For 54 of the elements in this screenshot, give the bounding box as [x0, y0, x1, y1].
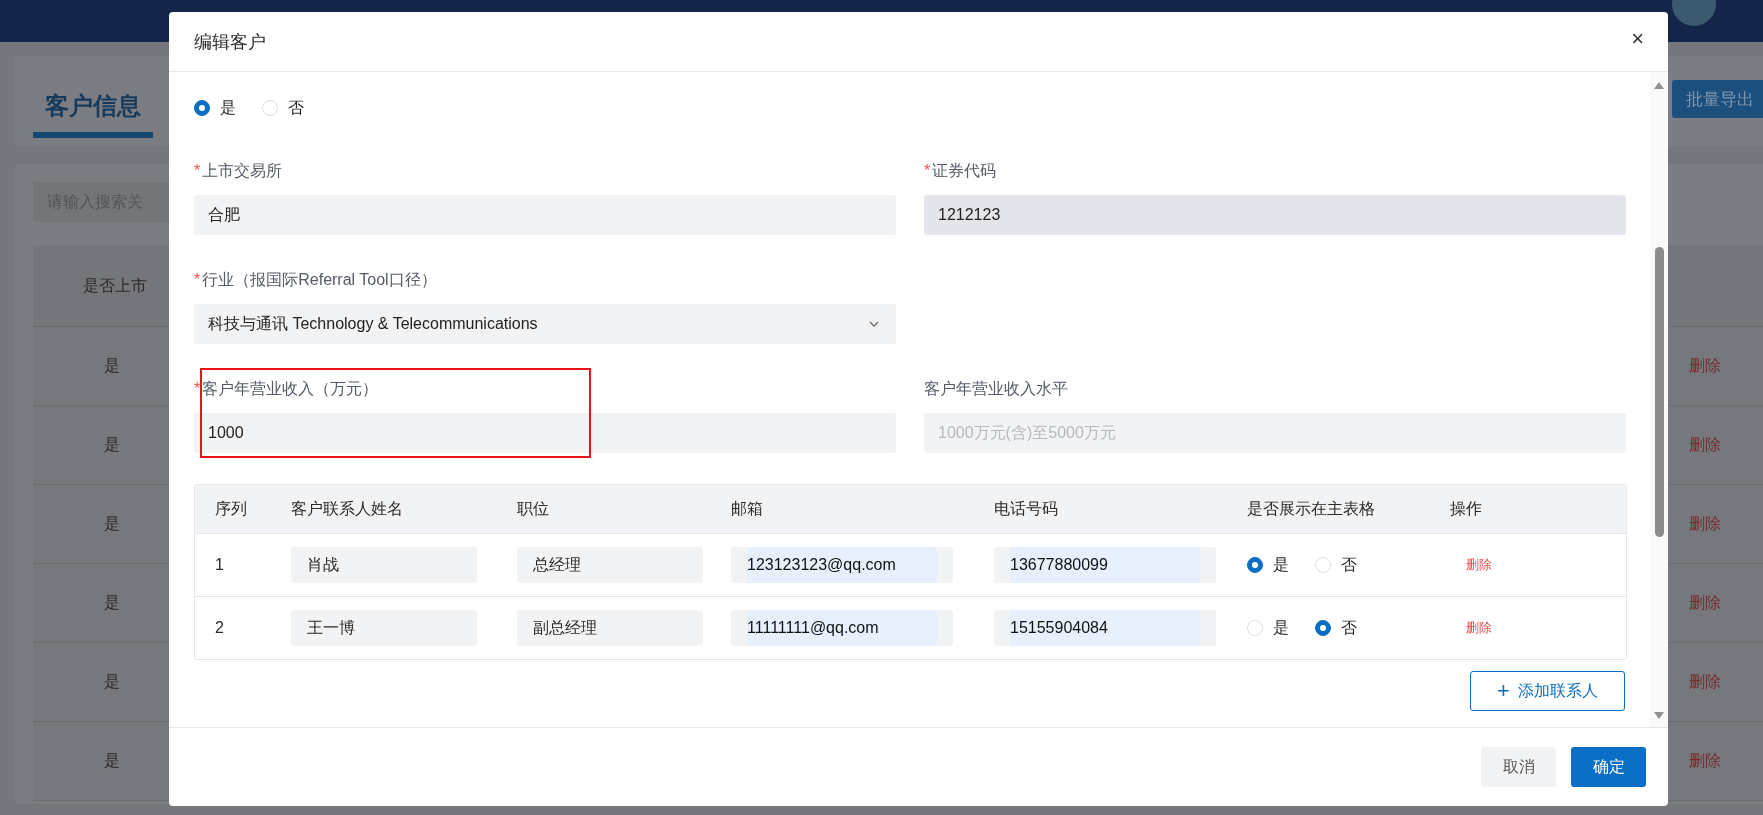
column-header: 邮箱 [731, 499, 763, 517]
input-field[interactable]: 1212123 [924, 195, 1626, 235]
column-header: 是否展示在主表格 [1247, 499, 1375, 517]
required-mark: * [194, 380, 201, 398]
radio-option[interactable]: 是 [1247, 617, 1289, 639]
input-field[interactable]: 合肥 [194, 195, 896, 235]
phone-field[interactable]: 13677880099 [994, 547, 1216, 583]
radio-option[interactable]: 否 [1315, 554, 1357, 576]
column-header: 客户联系人姓名 [291, 499, 403, 517]
table-cell-text: 是 [104, 671, 120, 692]
delete-link[interactable]: 删除 [1430, 618, 1498, 638]
radio-option[interactable]: 是 [1247, 554, 1289, 576]
table-cell-text: 是 [104, 750, 120, 771]
radio-option[interactable]: 否 [1315, 617, 1357, 639]
name-field[interactable]: 王一博 [291, 610, 477, 646]
field-label-text: 证券代码 [932, 160, 997, 181]
column-header: 序列 [215, 499, 247, 517]
scroll-down-icon[interactable] [1654, 712, 1664, 719]
column-header: 电话号码 [994, 499, 1058, 517]
field-label-text: 客户年营业收入（万元） [202, 378, 379, 399]
delete-link[interactable]: 删除 [1430, 555, 1498, 575]
column-header: 是否上市 [83, 275, 147, 296]
radio-option[interactable]: 否 [262, 97, 304, 119]
email-field[interactable]: 11111111@qq.com [731, 610, 953, 646]
scrollbar-track[interactable] [1650, 72, 1668, 727]
add-contact-button[interactable]: + 添加联系人 [1470, 671, 1625, 711]
required-mark: * [194, 162, 201, 180]
dialog-title: 编辑客户 [194, 30, 266, 54]
name-field[interactable]: 肖战 [291, 547, 477, 583]
required-mark: * [194, 271, 201, 289]
field-label-text: 上市交易所 [202, 160, 283, 181]
email-field[interactable]: 123123123@qq.com [731, 547, 953, 583]
position-field[interactable]: 副总经理 [517, 610, 703, 646]
table-cell-text: 是 [104, 592, 120, 613]
radio-option[interactable]: 是 [194, 97, 236, 119]
table-cell-text: 1 [214, 556, 224, 574]
phone-field[interactable]: 15155904084 [994, 610, 1216, 646]
field-label-text: 客户年营业收入水平 [924, 378, 1068, 399]
table-cell-text: 是 [104, 355, 120, 376]
required-mark: * [924, 162, 931, 180]
industry-select[interactable]: 科技与通讯 Technology & Telecommunications [194, 304, 896, 344]
scroll-up-icon[interactable] [1654, 82, 1664, 89]
table-cell-text: 是 [104, 434, 120, 455]
confirm-button[interactable]: 确定 [1571, 747, 1646, 787]
scrollbar-thumb[interactable] [1655, 247, 1664, 537]
position-field[interactable]: 总经理 [517, 547, 703, 583]
field-label-text: 行业（报国际Referral Tool口径） [202, 269, 437, 290]
table-cell-text: 2 [214, 619, 224, 637]
close-button[interactable]: × [1627, 26, 1648, 52]
column-header: 操作 [1450, 499, 1482, 517]
input-field[interactable]: 1000 [194, 413, 896, 453]
column-header: 职位 [517, 499, 549, 517]
table-cell-text: 是 [104, 513, 120, 534]
cancel-button[interactable]: 取消 [1481, 747, 1556, 787]
